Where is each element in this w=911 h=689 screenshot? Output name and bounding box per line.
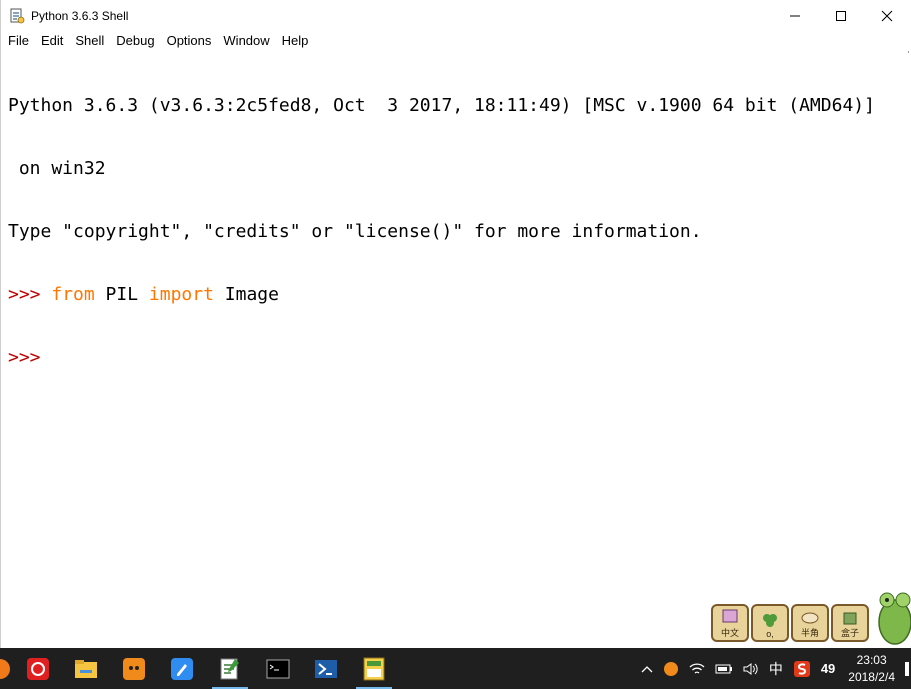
- show-desktop-strip: [905, 661, 909, 676]
- menu-debug[interactable]: Debug: [111, 31, 159, 51]
- frog-mascot-icon[interactable]: [873, 582, 911, 648]
- close-icon: [881, 10, 893, 21]
- vertical-scrollbar[interactable]: [894, 53, 910, 648]
- chevron-up-icon: [641, 665, 653, 672]
- taskbar-cmd[interactable]: [254, 648, 302, 689]
- banner-line-2: on win32: [8, 158, 106, 179]
- show-desktop-button[interactable]: [903, 661, 911, 676]
- keyword-from: from: [51, 284, 95, 305]
- bag-icon: [843, 612, 857, 625]
- taskbar-powershell[interactable]: [302, 648, 350, 689]
- prompt: >>>: [8, 347, 52, 368]
- taskbar-netease-music[interactable]: [14, 648, 62, 689]
- idle-shell-window: Python 3.6.3 Shell File Edit Shell Debug…: [0, 0, 910, 648]
- banner-line-1: Python 3.6.3 (v3.6.3:2c5fed8, Oct 3 2017…: [8, 95, 875, 116]
- system-tray: 中 49 23:03 2018/2/4: [636, 648, 911, 689]
- ime-language-indicator[interactable]: 中: [764, 659, 788, 679]
- file-explorer-icon: [75, 659, 97, 678]
- clock-time: 23:03: [856, 652, 887, 667]
- menu-shell[interactable]: Shell: [70, 31, 109, 51]
- current-prompt-line[interactable]: >>>: [8, 347, 894, 368]
- bowl-icon: [801, 612, 819, 624]
- pet-button-label: 半角: [800, 628, 819, 638]
- pumpkin-app-icon: [123, 657, 145, 680]
- minimize-button[interactable]: [772, 0, 818, 31]
- close-button[interactable]: [864, 0, 910, 31]
- taskbar-pen-app[interactable]: [158, 648, 206, 689]
- show-hidden-icons-button[interactable]: [636, 664, 658, 674]
- imported-name: Image: [213, 284, 279, 305]
- notification-badge[interactable]: 49: [816, 661, 840, 676]
- window-controls: [772, 0, 910, 31]
- taskbar-notepad[interactable]: [206, 648, 254, 689]
- wifi-icon: [689, 662, 705, 674]
- desktop-pet-toolbar: 中文 o, 半角 盒子: [711, 604, 869, 642]
- pet-button-box[interactable]: 盒子: [831, 604, 869, 642]
- firefox-icon: [0, 658, 10, 679]
- clock[interactable]: 23:03 2018/2/4: [840, 652, 903, 686]
- module-name: PIL: [94, 284, 149, 305]
- maximize-button[interactable]: [818, 0, 864, 31]
- maximize-icon: [836, 10, 846, 21]
- tray-pumpkin[interactable]: [658, 661, 684, 677]
- prompt: >>>: [8, 284, 52, 305]
- menu-options[interactable]: Options: [162, 31, 217, 51]
- battery-icon: [715, 664, 732, 673]
- clock-date: 2018/2/4: [848, 669, 895, 684]
- input-line: >>> from PIL import Image: [8, 284, 894, 305]
- title-bar[interactable]: Python 3.6.3 Shell: [1, 0, 910, 31]
- netease-music-icon: [27, 657, 49, 680]
- pet-button-label: o,: [766, 629, 774, 639]
- keyword-import: import: [148, 284, 214, 305]
- tray-network[interactable]: [684, 662, 710, 676]
- pet-button-label: 盒子: [840, 628, 859, 638]
- tray-volume[interactable]: [738, 662, 764, 676]
- cmd-icon: [266, 659, 290, 678]
- menu-help[interactable]: Help: [277, 31, 314, 51]
- clover-icon: [763, 614, 777, 627]
- taskbar-file-explorer[interactable]: [62, 648, 110, 689]
- pet-button-chinese[interactable]: 中文: [711, 604, 749, 642]
- book-icon: [722, 609, 738, 623]
- pet-button-label: 中文: [720, 628, 739, 638]
- pet-button-halfwidth[interactable]: 半角: [791, 604, 829, 642]
- volume-icon: [743, 662, 758, 675]
- menu-bar: File Edit Shell Debug Options Window Hel…: [1, 31, 910, 51]
- minimize-icon: [790, 15, 800, 16]
- powershell-icon: [315, 659, 337, 678]
- banner-line-3: Type "copyright", "credits" or "license(…: [8, 221, 702, 242]
- menu-file[interactable]: File: [3, 31, 34, 51]
- python-idle-icon: [10, 8, 25, 23]
- pen-app-icon: [171, 657, 193, 680]
- sogou-ime-icon: [793, 660, 810, 677]
- tray-battery[interactable]: [710, 663, 738, 675]
- window-title: Python 3.6.3 Shell: [31, 8, 129, 23]
- taskbar: 中 49 23:03 2018/2/4: [0, 648, 911, 689]
- taskbar-pumpkin-app[interactable]: [110, 648, 158, 689]
- taskbar-firefox[interactable]: [0, 648, 14, 689]
- menu-window[interactable]: Window: [218, 31, 274, 51]
- menu-edit[interactable]: Edit: [36, 31, 68, 51]
- tray-sogou[interactable]: [788, 660, 816, 678]
- notepad-icon: [220, 658, 239, 679]
- shell-text-area[interactable]: Python 3.6.3 (v3.6.3:2c5fed8, Oct 3 2017…: [2, 53, 894, 648]
- pet-button-punct[interactable]: o,: [751, 604, 789, 642]
- calculator-app-icon: [363, 657, 385, 680]
- taskbar-calculator-app[interactable]: [350, 648, 398, 689]
- pumpkin-tray-icon: [663, 661, 678, 676]
